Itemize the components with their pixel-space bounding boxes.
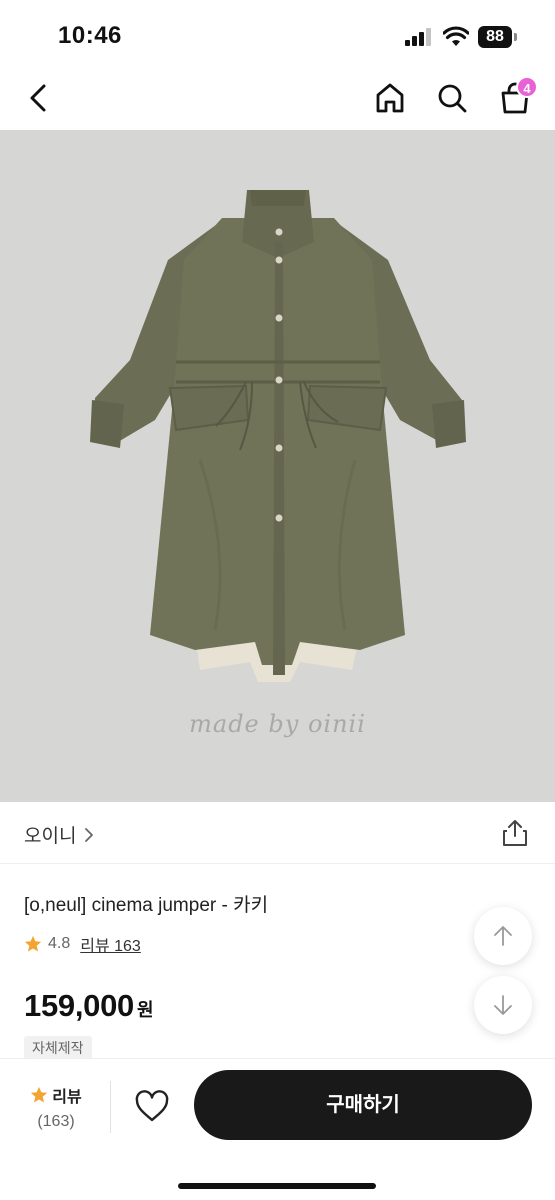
product-title: [o,neul] cinema jumper - 카키 (24, 895, 269, 916)
cart-count-badge: 4 (516, 76, 538, 98)
search-icon (438, 84, 467, 113)
status-bar: 10:46 88 (0, 0, 555, 66)
bottom-bar-divider (110, 1081, 111, 1133)
battery-level: 88 (478, 26, 512, 48)
review-summary-label: 리뷰 (52, 1089, 82, 1106)
rating-value: 4.8 (48, 935, 71, 952)
price-row: 159,000 원 (24, 988, 154, 1024)
share-button[interactable] (500, 818, 530, 848)
arrow-down-icon (494, 995, 512, 1015)
product-image[interactable]: made by oinii (0, 130, 555, 802)
image-watermark: made by oinii (189, 710, 366, 738)
share-icon (503, 820, 527, 846)
coat-illustration (90, 190, 466, 682)
back-button[interactable] (24, 80, 56, 116)
bottom-action-bar: 리뷰 (163) 구매하기 (0, 1058, 555, 1200)
scroll-to-top-button[interactable] (474, 907, 532, 965)
home-icon (376, 83, 404, 113)
arrow-up-icon (494, 926, 512, 946)
battery-cap (514, 33, 517, 41)
home-button[interactable] (372, 80, 408, 116)
review-summary-line: 리뷰 (22, 1083, 90, 1107)
back-icon (30, 84, 46, 112)
like-button[interactable] (132, 1087, 172, 1127)
star-icon (24, 935, 42, 952)
product-tag-badge: 자체제작 (24, 1036, 92, 1060)
review-count-link[interactable]: 리뷰 163 (80, 932, 141, 956)
signal-icon (405, 28, 431, 46)
price-value: 159,000 (24, 988, 134, 1023)
buy-button[interactable]: 구매하기 (194, 1070, 532, 1140)
search-button[interactable] (434, 80, 470, 116)
wifi-icon (443, 26, 469, 46)
brand-row: 오이니 (0, 802, 555, 864)
chevron-right-icon (85, 827, 94, 842)
rating-row: 4.8 리뷰 163 (24, 933, 141, 955)
price-unit: 원 (136, 1000, 154, 1020)
heart-icon (135, 1090, 169, 1122)
navigation-bar: 4 (0, 66, 555, 130)
review-summary-button[interactable]: 리뷰 (163) (22, 1083, 90, 1131)
brand-name: 오이니 (24, 826, 77, 847)
scroll-to-bottom-button[interactable] (474, 976, 532, 1034)
brand-link[interactable]: 오이니 (24, 821, 94, 848)
review-summary-count: (163) (37, 1113, 75, 1130)
battery-indicator: 88 (478, 26, 518, 48)
status-time: 10:46 (58, 22, 122, 49)
star-icon (31, 1086, 48, 1103)
home-indicator (178, 1183, 376, 1189)
